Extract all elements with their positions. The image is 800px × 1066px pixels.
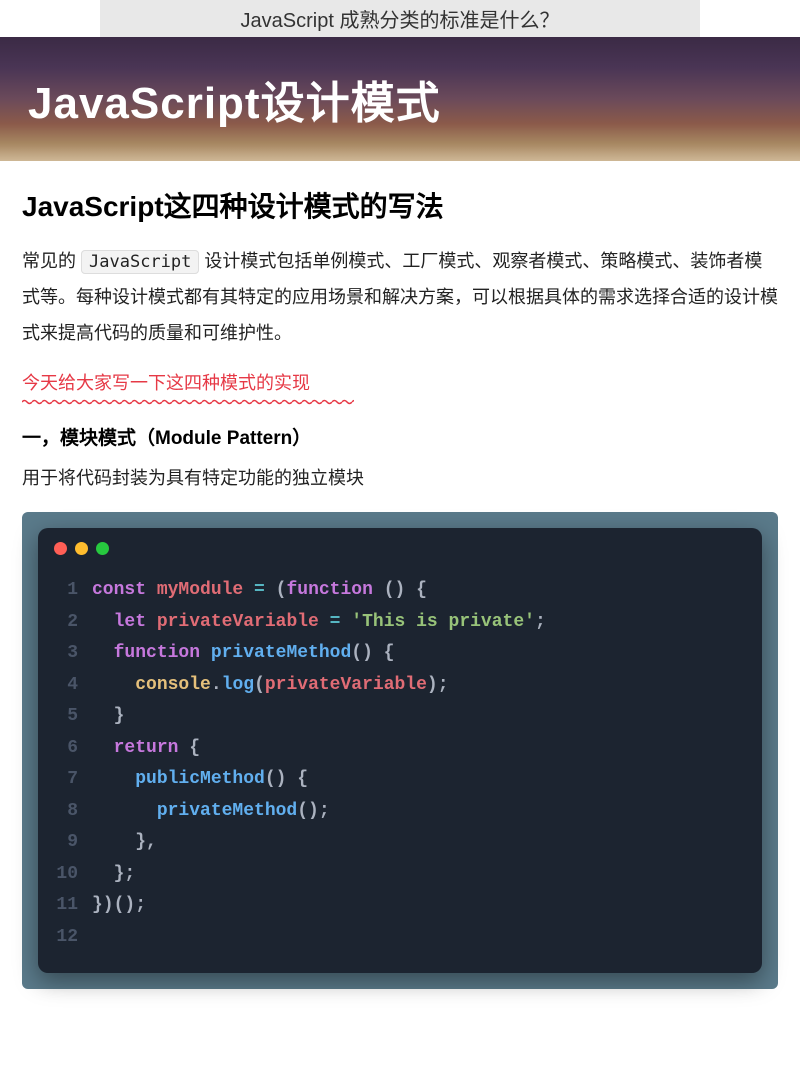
hero-banner: JavaScript设计模式 bbox=[0, 37, 800, 161]
code-line: return { bbox=[92, 733, 546, 765]
code-area: 123456789101112 const myModule = (functi… bbox=[38, 569, 762, 973]
highlighted-note: 今天给大家写一下这四种模式的实现 bbox=[22, 369, 778, 395]
intro-paragraph: 常见的 JavaScript 设计模式包括单例模式、工厂模式、观察者模式、策略模… bbox=[22, 243, 778, 351]
code-line: }, bbox=[92, 827, 546, 859]
code-line bbox=[92, 922, 546, 954]
code-content: const myModule = (function () { let priv… bbox=[92, 575, 546, 953]
line-number: 12 bbox=[56, 922, 78, 954]
line-number: 9 bbox=[56, 827, 78, 859]
code-line: let privateVariable = 'This is private'; bbox=[92, 607, 546, 639]
code-line: const myModule = (function () { bbox=[92, 575, 546, 607]
section-title-module-pattern: 一，模块模式（Module Pattern） bbox=[22, 423, 778, 450]
close-dot-icon bbox=[54, 542, 67, 555]
code-line: } bbox=[92, 701, 546, 733]
article-heading: JavaScript这四种设计模式的写法 bbox=[22, 185, 778, 225]
line-number: 8 bbox=[56, 796, 78, 828]
code-editor: 123456789101112 const myModule = (functi… bbox=[38, 528, 762, 973]
hero-title: JavaScript设计模式 bbox=[28, 67, 772, 131]
line-number: 4 bbox=[56, 670, 78, 702]
line-number: 5 bbox=[56, 701, 78, 733]
article-content: JavaScript这四种设计模式的写法 常见的 JavaScript 设计模式… bbox=[0, 161, 800, 1013]
code-block-wrapper: 123456789101112 const myModule = (functi… bbox=[22, 512, 778, 989]
minimize-dot-icon bbox=[75, 542, 88, 555]
line-gutter: 123456789101112 bbox=[38, 575, 92, 953]
line-number: 6 bbox=[56, 733, 78, 765]
editor-titlebar bbox=[38, 528, 762, 569]
wavy-underline-icon bbox=[22, 399, 354, 405]
top-question-bar: JavaScript 成熟分类的标准是什么？ bbox=[100, 0, 700, 37]
para-pre: 常见的 bbox=[22, 251, 81, 271]
line-number: 3 bbox=[56, 638, 78, 670]
section-description: 用于将代码封装为具有特定功能的独立模块 bbox=[22, 464, 778, 490]
code-line: console.log(privateVariable); bbox=[92, 670, 546, 702]
maximize-dot-icon bbox=[96, 542, 109, 555]
line-number: 7 bbox=[56, 764, 78, 796]
line-number: 2 bbox=[56, 607, 78, 639]
line-number: 11 bbox=[56, 890, 78, 922]
code-line: })(); bbox=[92, 890, 546, 922]
code-line: publicMethod() { bbox=[92, 764, 546, 796]
code-line: }; bbox=[92, 859, 546, 891]
code-line: function privateMethod() { bbox=[92, 638, 546, 670]
line-number: 10 bbox=[56, 859, 78, 891]
code-line: privateMethod(); bbox=[92, 796, 546, 828]
line-number: 1 bbox=[56, 575, 78, 607]
code-inline-javascript: JavaScript bbox=[81, 250, 199, 274]
